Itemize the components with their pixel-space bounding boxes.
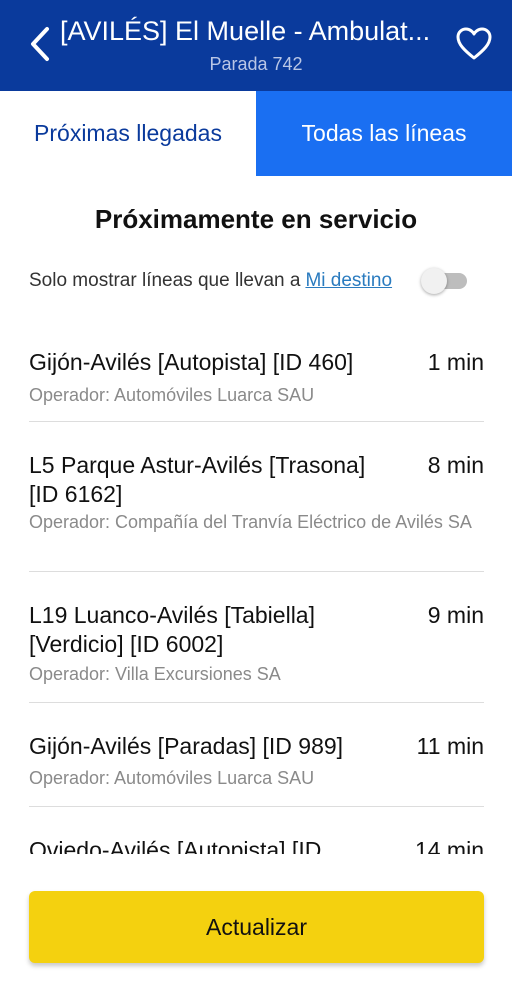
operator-text: Operador: Villa Excursiones SA [29,664,281,684]
mi-destino-link[interactable]: Mi destino [305,270,392,292]
operator-text: Operador: Automóviles Luarca SAU [29,385,315,405]
list-item[interactable]: Gijón-Avilés [Autopista] [ID 460] 1 min … [29,330,484,422]
update-button[interactable]: Actualizar [29,891,484,963]
line-name: Gijón-Avilés [Autopista] [ID 460] [29,349,354,375]
line-name: Gijón-Avilés [Paradas] [ID 989] [29,733,344,759]
arrival-time: 8 min [427,452,484,478]
tab-bar: Próximas llegadas Todas las líneas [0,91,512,176]
filter-label: Solo mostrar líneas que llevan a [29,270,301,291]
stop-title: [AVILÉS] El Muelle - Ambulat... [60,16,431,46]
operator-text: Operador: Automóviles Luarca SAU [29,768,315,788]
tab-todas-las-lineas[interactable]: Todas las líneas [256,91,512,176]
arrival-time: 9 min [427,602,484,628]
heart-outline-icon [456,27,492,60]
line-name: Oviedo-Avilés [Autopista] [ID [29,837,322,854]
arrival-time: 1 min [427,349,484,375]
line-name: L5 Parque Astur-Avilés [Trasona] [ID 616… [29,452,366,507]
stop-subtitle: Parada 742 [209,54,303,74]
app-header: [AVILÉS] El Muelle - Ambulat... Parada 7… [0,0,512,91]
toggle-knob [421,268,447,294]
line-name: L19 Luanco-Avilés [Tabiella] [Verdicio] … [29,602,315,657]
arrivals-list: Gijón-Avilés [Autopista] [ID 460] 1 min … [29,330,484,854]
tab-proximas-llegadas[interactable]: Próximas llegadas [0,91,256,176]
operator-text: Operador: Compañía del Tranvía Eléctrico… [29,512,472,532]
list-item[interactable]: Gijón-Avilés [Paradas] [ID 989] 11 min O… [29,703,484,807]
destination-toggle[interactable] [421,268,467,294]
list-item[interactable]: L19 Luanco-Avilés [Tabiella] [Verdicio] … [29,572,484,703]
list-item[interactable]: L5 Parque Astur-Avilés [Trasona] [ID 616… [29,422,484,572]
section-title: Próximamente en servicio [94,204,418,234]
list-item[interactable]: Oviedo-Avilés [Autopista] [ID 14 min [29,807,484,854]
favorite-button[interactable] [452,22,496,66]
destination-filter: Solo mostrar líneas que llevan a Mi dest… [29,266,484,296]
arrival-time: 11 min [416,733,484,759]
arrival-time: 14 min [414,837,484,854]
